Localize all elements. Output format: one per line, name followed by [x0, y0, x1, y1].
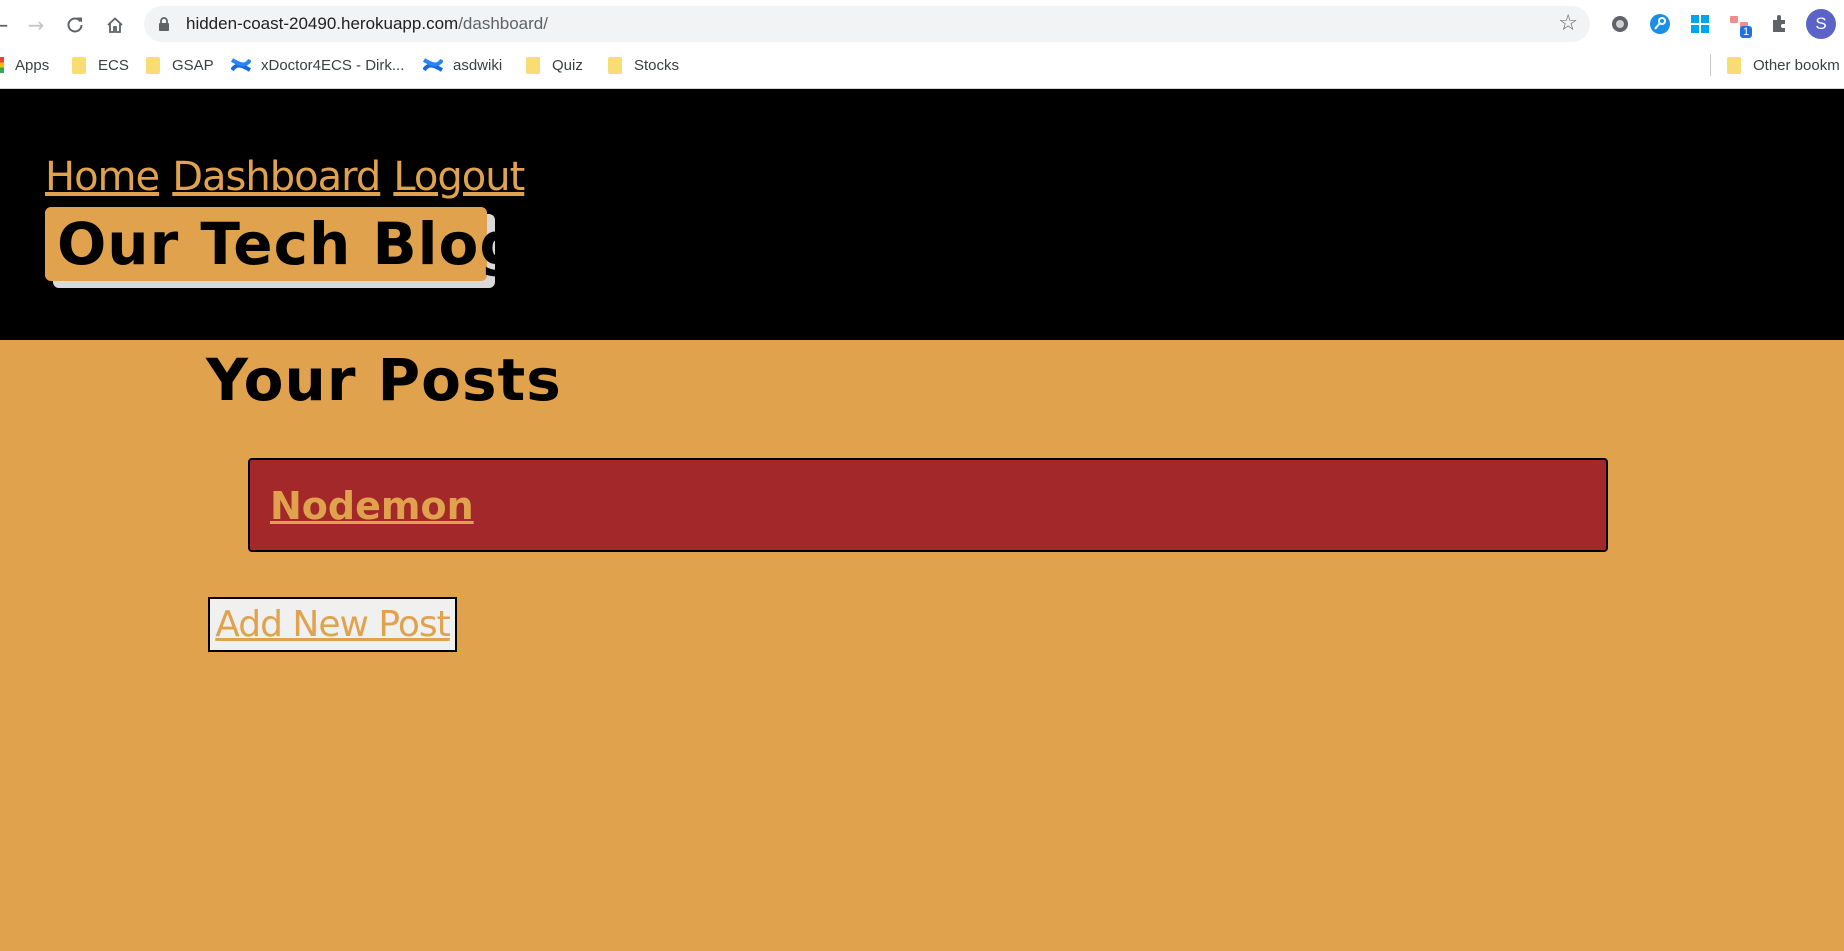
- url-host: hidden-coast-20490.herokuapp.com: [186, 14, 459, 33]
- bookmark-star-icon[interactable]: ☆: [1558, 11, 1578, 36]
- bookmark-quiz[interactable]: Quiz: [526, 55, 583, 75]
- bookmark-label: ECS: [98, 56, 129, 74]
- profile-avatar[interactable]: S: [1806, 9, 1836, 39]
- bookmarks-bar: Apps ECS GSAP xDoctor4ECS - Dirk... asdw…: [0, 50, 1844, 80]
- badge-extension-icon[interactable]: 1: [1728, 12, 1753, 38]
- extension-badge: 1: [1740, 26, 1753, 38]
- profile-initial: S: [1815, 14, 1827, 33]
- confluence-icon: [231, 58, 251, 72]
- folder-icon: [72, 56, 86, 74]
- browser-chrome: ← → hidden-coast-20490.herokuapp.com/das…: [0, 0, 1844, 89]
- bookmark-label: Quiz: [552, 56, 583, 74]
- nav-dashboard-link[interactable]: Dashboard: [172, 154, 381, 200]
- page-title: Your Posts: [206, 346, 562, 414]
- forward-icon[interactable]: →: [22, 11, 50, 39]
- other-bookmarks[interactable]: Other bookm: [1727, 55, 1840, 75]
- bookmark-asdwiki[interactable]: asdwiki: [423, 55, 502, 75]
- post-card[interactable]: Nodemon: [248, 458, 1608, 552]
- reload-icon[interactable]: [61, 11, 89, 39]
- confluence-icon: [423, 58, 443, 72]
- windows-extension-icon[interactable]: [1688, 12, 1712, 36]
- site-nav: Home Dashboard Logout: [45, 154, 532, 200]
- url-path: /dashboard/: [458, 14, 548, 33]
- bookmark-ecs[interactable]: ECS: [72, 55, 129, 75]
- extension-circle-icon[interactable]: [1608, 12, 1632, 36]
- bookmark-label: asdwiki: [453, 56, 503, 74]
- bookmark-label: Stocks: [634, 56, 680, 74]
- post-title-link[interactable]: Nodemon: [270, 484, 474, 528]
- folder-icon: [1727, 56, 1741, 74]
- bookmark-label: Apps: [15, 56, 50, 74]
- nav-logout-link[interactable]: Logout: [393, 154, 525, 200]
- home-icon[interactable]: [101, 11, 129, 39]
- brand-container: Our Tech Blog: [45, 207, 521, 288]
- bookmark-apps[interactable]: Apps: [0, 55, 49, 75]
- folder-icon: [146, 56, 160, 74]
- url-text[interactable]: hidden-coast-20490.herokuapp.com/dashboa…: [186, 14, 548, 34]
- nav-home-link[interactable]: Home: [45, 154, 160, 200]
- site-title: Our Tech Blog: [45, 207, 521, 281]
- bookmark-stocks[interactable]: Stocks: [608, 55, 679, 75]
- folder-icon: [608, 56, 622, 74]
- bookmark-label: Other bookm: [1753, 56, 1840, 74]
- bookmark-gsap[interactable]: GSAP: [146, 55, 214, 75]
- bookmark-xdoctor4ecs[interactable]: xDoctor4ECS - Dirk...: [231, 55, 404, 75]
- add-new-post-button[interactable]: Add New Post: [208, 597, 457, 652]
- key-extension-icon[interactable]: [1648, 12, 1672, 36]
- back-icon[interactable]: ←: [0, 11, 14, 39]
- lock-icon: [159, 17, 169, 31]
- folder-icon: [526, 56, 540, 74]
- bookmarks-divider: [1710, 54, 1711, 76]
- site-header: Home Dashboard Logout Our Tech Blog: [0, 89, 1844, 340]
- extensions-puzzle-icon[interactable]: [1768, 12, 1792, 36]
- apps-grid-icon: [0, 57, 4, 73]
- bookmark-label: GSAP: [172, 56, 214, 74]
- bookmark-label: xDoctor4ECS - Dirk...: [261, 56, 405, 74]
- address-bar[interactable]: hidden-coast-20490.herokuapp.com/dashboa…: [144, 6, 1590, 42]
